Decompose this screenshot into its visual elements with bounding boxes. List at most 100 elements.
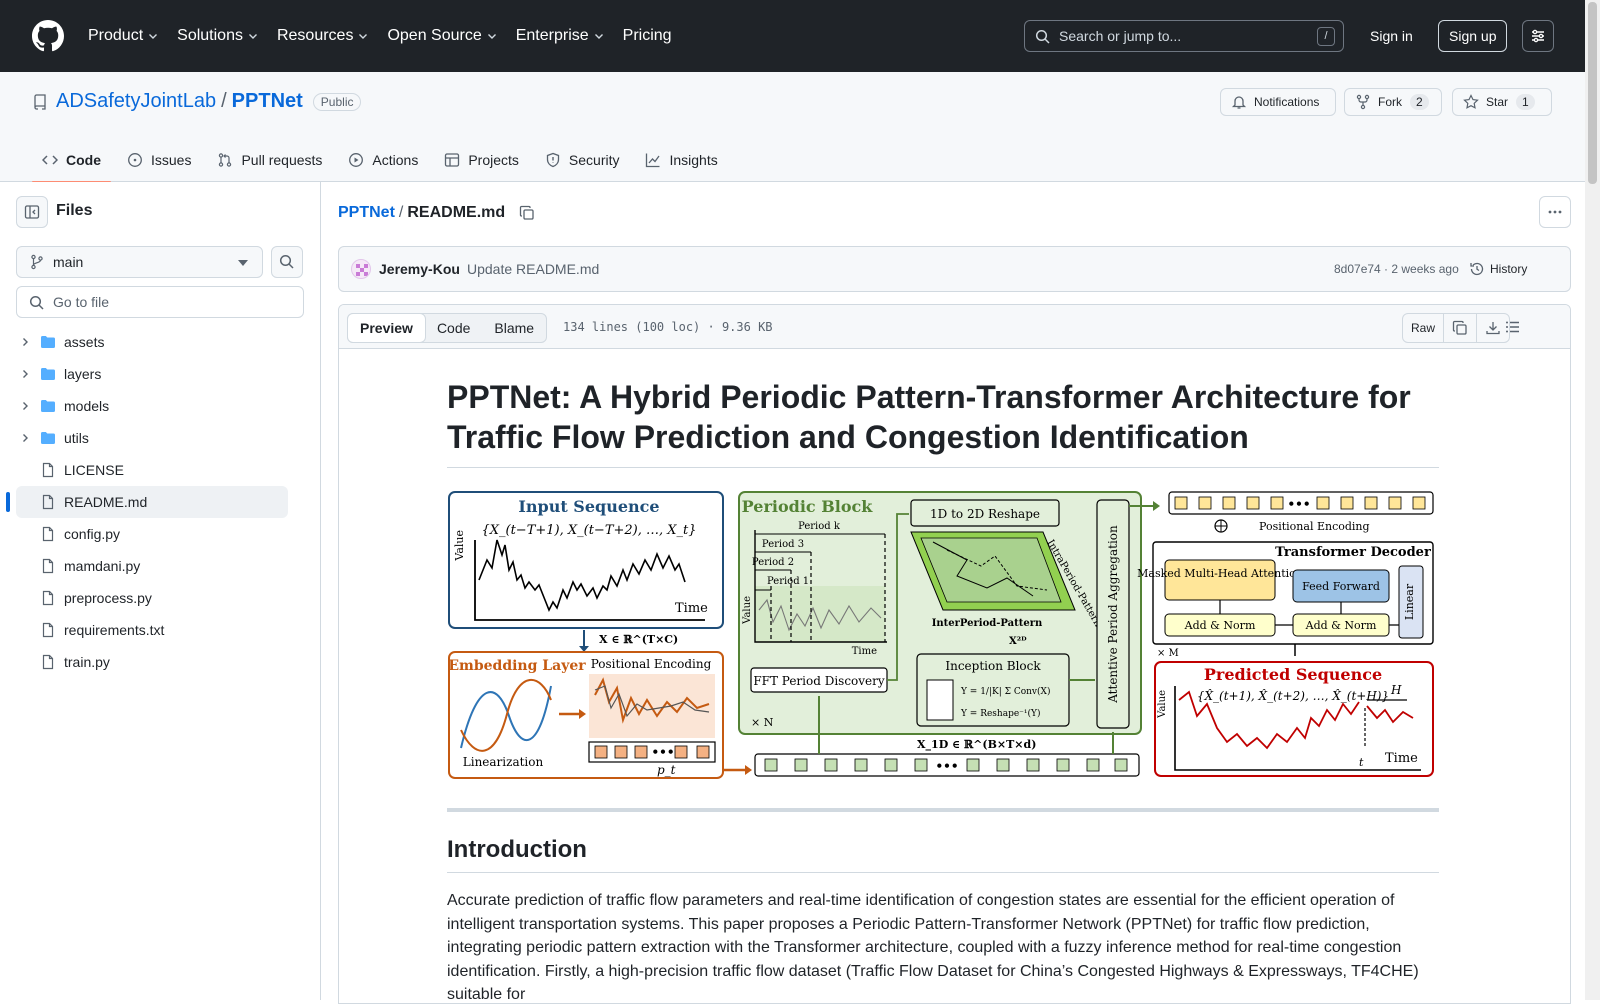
github-logo-icon[interactable] <box>32 20 64 52</box>
tree-file-requirements-txt[interactable]: requirements.txt <box>16 614 288 646</box>
go-to-file-input[interactable]: Go to file <box>16 286 304 318</box>
inter-period-label: InterPeriod-Pattern <box>932 618 1043 629</box>
star-count: 1 <box>1516 94 1535 110</box>
star-icon <box>1463 94 1479 109</box>
notifications-button[interactable]: Notifications <box>1220 88 1336 116</box>
token-ellipsis: ••• <box>651 745 674 759</box>
tree-file-mamdani-py[interactable]: mamdani.py <box>16 550 288 582</box>
tree-file-README-md[interactable]: README.md <box>6 486 288 518</box>
kebab-horizontal-icon <box>1548 210 1562 214</box>
token <box>594 745 608 759</box>
tree-item-label: train.py <box>64 654 110 670</box>
commit-message[interactable]: Update README.md <box>467 261 599 277</box>
tab-pull-requests[interactable]: Pull requests <box>207 138 332 182</box>
more-options-button[interactable] <box>1539 196 1571 228</box>
fork-button[interactable]: Fork 2 <box>1344 88 1442 116</box>
avatar[interactable] <box>351 259 371 279</box>
nav-open-source[interactable]: Open Source <box>387 27 497 45</box>
settings-menu-button[interactable] <box>1522 20 1554 52</box>
chevron-down-icon <box>487 34 496 39</box>
section-divider <box>447 808 1439 812</box>
tree-file-train-py[interactable]: train.py <box>16 646 288 678</box>
outline-list-icon[interactable] <box>1505 319 1521 335</box>
fft-label: FFT Period Discovery <box>753 674 885 688</box>
nav-pricing[interactable]: Pricing <box>623 27 672 45</box>
folder-icon <box>41 336 55 348</box>
chevron-right-icon[interactable] <box>19 432 31 444</box>
copy-icon[interactable] <box>519 205 535 221</box>
tree-folder-utils[interactable]: utils <box>16 422 288 454</box>
history-label: History <box>1490 262 1528 276</box>
folder-icon <box>41 368 55 380</box>
scrollbar-thumb[interactable] <box>1588 2 1597 184</box>
introduction-heading: Introduction <box>447 836 1439 873</box>
tab-insights[interactable]: Insights <box>635 138 727 182</box>
repo-name-link[interactable]: PPTNet <box>232 90 303 113</box>
history-button[interactable]: History <box>1469 261 1527 277</box>
branch-selector[interactable]: main <box>16 246 263 278</box>
architecture-diagram: Input Sequence {X_(t−T+1), X_(t−T+2), …,… <box>448 491 1434 779</box>
add-norm-label-2: Add & Norm <box>1305 619 1377 632</box>
repo-header: ADSafetyJointLab / PPTNet Public Notific… <box>0 72 1585 183</box>
repo-icon <box>34 93 46 110</box>
repo-tabs: Code Issues Pull requests Actions Projec… <box>32 138 734 183</box>
tree-file-config-py[interactable]: config.py <box>16 518 288 550</box>
chevron-right-icon[interactable] <box>19 336 31 348</box>
sign-in-link[interactable]: Sign in <box>1362 20 1421 52</box>
tab-projects[interactable]: Projects <box>434 138 529 182</box>
file-icon <box>42 494 54 510</box>
tree-folder-layers[interactable]: layers <box>16 358 288 390</box>
chevron-right-icon[interactable] <box>19 368 31 380</box>
tab-security[interactable]: Security <box>535 138 630 182</box>
tree-file-LICENSE[interactable]: LICENSE <box>16 454 288 486</box>
chevron-right-icon[interactable] <box>19 400 31 412</box>
commit-hash-time[interactable]: 8d07e74 · 2 weeks ago <box>1334 262 1459 276</box>
tab-code-view[interactable]: Code <box>425 314 482 342</box>
tab-actions[interactable]: Actions <box>338 138 428 182</box>
tab-code[interactable]: Code <box>32 138 111 183</box>
inception-label: Inception Block <box>945 659 1041 673</box>
add-norm-label-1: Add & Norm <box>1184 619 1256 632</box>
tree-file-preprocess-py[interactable]: preprocess.py <box>16 582 288 614</box>
input-sequence-title: Input Sequence <box>518 497 659 516</box>
tab-issues-label: Issues <box>151 152 192 168</box>
breadcrumb-repo-link[interactable]: PPTNet <box>338 204 395 222</box>
star-button[interactable]: Star 1 <box>1452 88 1552 116</box>
sign-up-button[interactable]: Sign up <box>1438 20 1508 52</box>
tree-item-label: config.py <box>64 526 121 542</box>
global-search-input[interactable]: Search or jump to... / <box>1024 20 1344 52</box>
nav-enterprise[interactable]: Enterprise <box>516 27 605 45</box>
nav-solutions[interactable]: Solutions <box>177 27 259 45</box>
collapse-sidebar-button[interactable] <box>16 196 48 228</box>
copy-icon <box>1452 320 1467 335</box>
tree-item-label: requirements.txt <box>64 622 165 638</box>
git-pull-request-icon <box>219 153 232 167</box>
x-shape-label: X ∈ ℝ^(T×C) <box>599 633 678 646</box>
search-files-button[interactable] <box>271 246 303 278</box>
inception-eq-1: Y = 1/|K| Σ Conv(X) <box>960 686 1050 697</box>
search-placeholder: Search or jump to... <box>1059 28 1182 44</box>
file-stats: 134 lines (100 loc) · 9.36 KB <box>563 320 773 334</box>
nav-resources[interactable]: Resources <box>277 27 369 45</box>
tab-issues[interactable]: Issues <box>117 138 201 182</box>
file-icon <box>40 622 56 638</box>
repo-owner-link[interactable]: ADSafetyJointLab <box>56 90 216 113</box>
tree-item-label: assets <box>64 334 105 350</box>
nav-product[interactable]: Product <box>88 27 159 45</box>
introduction-paragraph: Accurate prediction of traffic flow para… <box>447 892 1419 1003</box>
tab-blame[interactable]: Blame <box>482 314 546 342</box>
attentive-aggregation-label: Attentive Period Aggregation <box>1106 525 1120 704</box>
tab-preview[interactable]: Preview <box>347 313 426 343</box>
commit-author[interactable]: Jeremy-Kou <box>379 261 460 277</box>
page-scrollbar[interactable] <box>1585 0 1600 1000</box>
tree-folder-assets[interactable]: assets <box>16 326 288 358</box>
tree-folder-models[interactable]: models <box>16 390 288 422</box>
readme-title: PPTNet: A Hybrid Periodic Pattern-Transf… <box>447 377 1439 468</box>
copy-raw-button[interactable] <box>1443 314 1476 342</box>
decoder-pe-label: Positional Encoding <box>1259 520 1370 533</box>
x2d-label: X²ᴰ <box>1009 636 1027 647</box>
predicted-time-label: Time <box>1385 751 1418 766</box>
readme-content: PPTNet: A Hybrid Periodic Pattern-Transf… <box>447 377 1439 1003</box>
breadcrumb-filename: README.md <box>407 204 506 221</box>
raw-button[interactable]: Raw <box>1403 314 1443 342</box>
